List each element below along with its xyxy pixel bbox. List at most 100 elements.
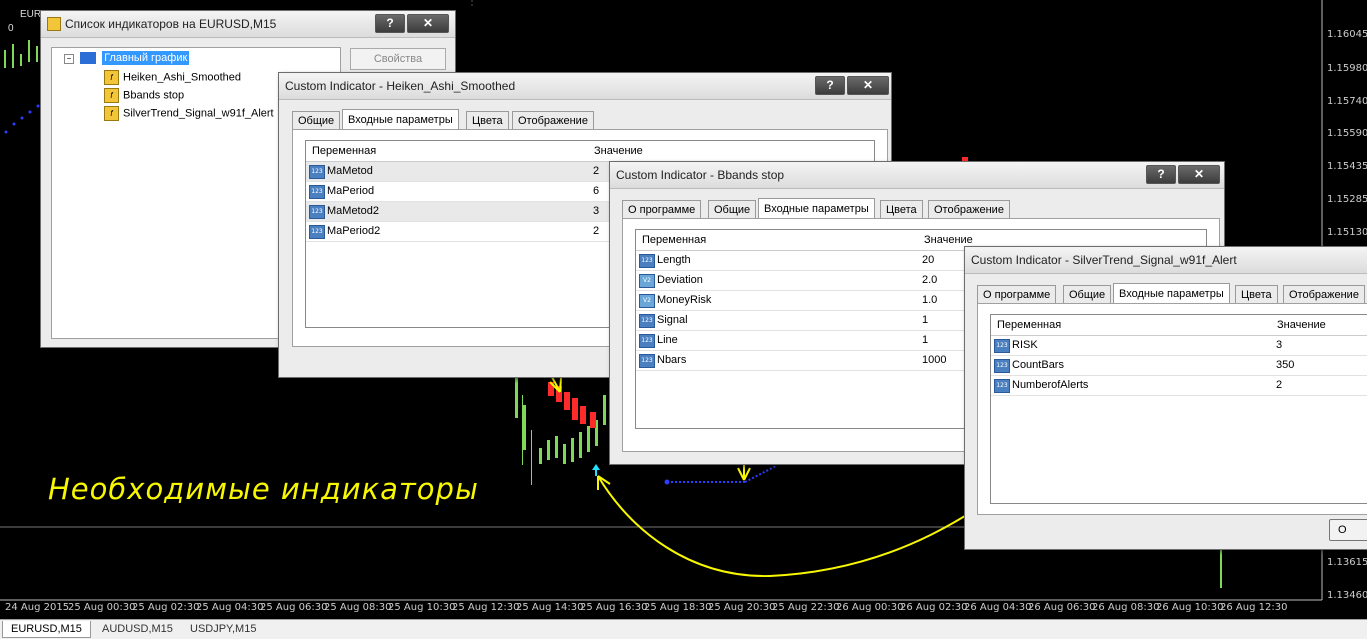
tree-item[interactable]: f Heiken_Ashi_Smoothed [104, 70, 241, 85]
param-name: MaPeriod [327, 185, 375, 197]
int-type-icon: 123 [994, 339, 1010, 353]
param-name: Line [657, 334, 678, 346]
param-value[interactable]: 1.0 [922, 294, 937, 306]
chart-tab-audusd[interactable]: AUDUSD,M15 [94, 621, 181, 637]
chart-tab-usdjpy[interactable]: USDJPY,M15 [182, 621, 264, 637]
time-label: 26 Aug 10:30 [1156, 602, 1224, 613]
param-value[interactable]: 2 [1276, 379, 1282, 391]
param-name: MaPeriod2 [327, 225, 381, 237]
param-value[interactable]: 1000 [922, 354, 946, 366]
tree-root[interactable]: − Главный график [64, 51, 190, 65]
time-label: 25 Aug 16:30 [580, 602, 648, 613]
int-type-icon: 123 [994, 359, 1010, 373]
param-value[interactable]: 1 [922, 314, 928, 326]
close-button[interactable]: ✕ [407, 14, 449, 33]
time-label: 26 Aug 00:30 [836, 602, 904, 613]
param-name: Deviation [657, 274, 703, 286]
tab-colors[interactable]: Цвета [1235, 285, 1278, 305]
tree-item-label: SilverTrend_Signal_w91f_Alert [123, 107, 274, 120]
price-label: 1.16045 [1327, 29, 1367, 40]
chart-tabs-bar: EURUSD,M15 AUDUSD,M15 USDJPY,M15 [0, 619, 1367, 639]
int-type-icon: 123 [309, 185, 325, 199]
param-name: MaMetod [327, 165, 373, 177]
time-label: 24 Aug 2015 [5, 602, 70, 613]
param-value[interactable]: 1 [922, 334, 928, 346]
price-label: 1.13615 [1327, 557, 1367, 568]
int-type-icon: 123 [309, 205, 325, 219]
tab-inputs[interactable]: Входные параметры [342, 109, 459, 131]
tab-inputs[interactable]: Входные параметры [1113, 283, 1230, 305]
param-name: MaMetod2 [327, 205, 379, 217]
time-label: 26 Aug 12:30 [1220, 602, 1288, 613]
int-type-icon: 123 [639, 334, 655, 348]
int-type-icon: 123 [639, 314, 655, 328]
ok-button[interactable]: O [1329, 519, 1367, 541]
time-label: 25 Aug 00:30 [68, 602, 136, 613]
close-button[interactable]: ✕ [847, 76, 889, 95]
tab-about[interactable]: О программе [622, 200, 702, 220]
param-value[interactable]: 20 [922, 254, 934, 266]
tab-colors[interactable]: Цвета [466, 111, 509, 131]
int-type-icon: 123 [639, 354, 655, 368]
price-label: 1.15130 [1327, 227, 1367, 238]
col-value: Значение [1277, 319, 1326, 331]
bbands-titlebar[interactable]: Custom Indicator - Bbands stop ? ✕ [610, 162, 1224, 189]
param-row[interactable]: 123 NumberofAlerts 2 [991, 376, 1367, 396]
time-label: 25 Aug 02:30 [132, 602, 200, 613]
param-name: Nbars [657, 354, 687, 366]
chart-tab-eurusd[interactable]: EURUSD,M15 [2, 621, 91, 638]
param-row[interactable]: 123 RISK 3 [991, 336, 1367, 356]
time-label: 26 Aug 04:30 [964, 602, 1032, 613]
param-value[interactable]: 2 [593, 225, 599, 237]
indicator-list-titlebar[interactable]: Список индикаторов на EURUSD,M15 ? ✕ [41, 11, 455, 38]
int-type-icon: 123 [639, 254, 655, 268]
time-label: 26 Aug 02:30 [900, 602, 968, 613]
help-button[interactable]: ? [1146, 165, 1176, 184]
tree-item[interactable]: f Bbands stop [104, 88, 184, 103]
param-name: Signal [657, 314, 688, 326]
param-row[interactable]: 123 CountBars 350 [991, 356, 1367, 376]
grid-header: Переменная Значение [991, 315, 1367, 336]
tree-item[interactable]: f SilverTrend_Signal_w91f_Alert [104, 106, 274, 121]
time-label: 25 Aug 22:30 [772, 602, 840, 613]
param-value[interactable]: 2 [593, 165, 599, 177]
help-button[interactable]: ? [375, 14, 405, 33]
tab-about[interactable]: О программе [977, 285, 1057, 305]
window-app-icon [47, 17, 61, 31]
time-label: 25 Aug 20:30 [708, 602, 776, 613]
silvertrend-titlebar[interactable]: Custom Indicator - SilverTrend_Signal_w9… [965, 247, 1367, 274]
tab-common[interactable]: Общие [708, 200, 757, 220]
time-label: 25 Aug 18:30 [644, 602, 712, 613]
tab-common[interactable]: Общие [1063, 285, 1112, 305]
window-title: Custom Indicator - Heiken_Ashi_Smoothed [285, 79, 516, 93]
silvertrend-param-grid: Переменная Значение 123 RISK 3 123 CountBar… [990, 314, 1367, 504]
tab-colors[interactable]: Цвета [880, 200, 923, 220]
price-label: 1.15435 [1327, 161, 1367, 172]
param-value[interactable]: 350 [1276, 359, 1294, 371]
silvertrend-window: Custom Indicator - SilverTrend_Signal_w9… [964, 246, 1367, 550]
heiken-titlebar[interactable]: Custom Indicator - Heiken_Ashi_Smoothed … [279, 73, 891, 100]
price-label: 1.13460 [1327, 590, 1367, 601]
param-value[interactable]: 2.0 [922, 274, 937, 286]
param-value[interactable]: 3 [593, 205, 599, 217]
tab-visualization[interactable]: Отображение [512, 111, 594, 131]
silvertrend-panel: Переменная Значение 123 RISK 3 123 CountBar… [977, 303, 1367, 515]
indicator-zero-label: 0 [8, 23, 14, 34]
time-label: 25 Aug 12:30 [452, 602, 520, 613]
tree-item-label: Heiken_Ashi_Smoothed [123, 71, 242, 84]
help-button[interactable]: ? [815, 76, 845, 95]
double-type-icon: V2 [639, 294, 655, 308]
param-value[interactable]: 3 [1276, 339, 1282, 351]
time-label: 25 Aug 04:30 [196, 602, 264, 613]
tab-inputs[interactable]: Входные параметры [758, 198, 875, 220]
param-name: RISK [1012, 339, 1038, 351]
tab-visualization[interactable]: Отображение [1283, 285, 1365, 305]
properties-button[interactable]: Свойства [350, 48, 446, 70]
close-button[interactable]: ✕ [1178, 165, 1220, 184]
tab-visualization[interactable]: Отображение [928, 200, 1010, 220]
collapse-icon[interactable]: − [64, 54, 74, 64]
param-name: CountBars [1012, 359, 1064, 371]
tab-common[interactable]: Общие [292, 111, 341, 131]
time-label: 26 Aug 08:30 [1092, 602, 1160, 613]
param-value[interactable]: 6 [593, 185, 599, 197]
